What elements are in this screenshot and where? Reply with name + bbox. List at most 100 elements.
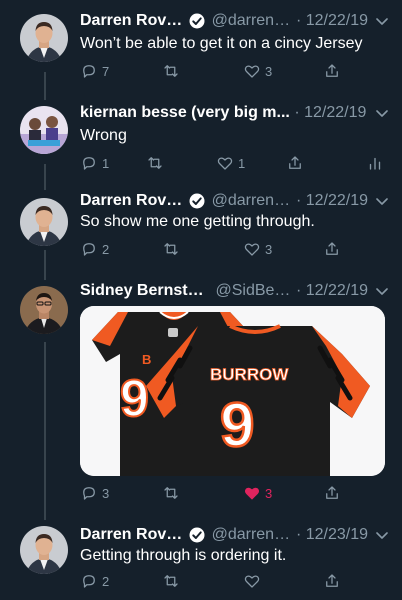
like-count: 3 — [265, 241, 273, 257]
tweet[interactable]: Sidney Bernstein @SidBer... · 12/22/19 B… — [0, 278, 402, 510]
reply-count: 2 — [102, 241, 110, 257]
timestamp[interactable]: · 12/22/19 — [290, 102, 366, 124]
display-name[interactable]: Darren Rovell — [80, 10, 184, 32]
action-bar: 7 3 — [80, 62, 390, 82]
reply-button[interactable]: 3 — [80, 484, 109, 502]
username-handle[interactable]: @darrenr... — [212, 524, 292, 546]
svg-text:9: 9 — [120, 370, 149, 428]
like-button[interactable]: 3 — [243, 484, 272, 502]
share-icon — [289, 156, 301, 169]
retweet-button[interactable] — [146, 154, 168, 172]
tweet[interactable]: kiernan besse (very big m... · 12/22/19 … — [0, 94, 402, 186]
avatar-darren-image — [20, 198, 68, 246]
like-button[interactable]: 3 — [243, 62, 272, 80]
timestamp[interactable]: · 12/22/19 — [291, 10, 368, 32]
reply-button[interactable]: 7 — [80, 62, 109, 80]
share-button[interactable] — [323, 572, 341, 590]
svg-text:BURROW: BURROW — [210, 365, 289, 384]
reply-count: 1 — [102, 155, 110, 171]
svg-text:9: 9 — [220, 391, 254, 460]
jersey-photo: B 9 BURROW 9 — [80, 306, 385, 476]
share-icon — [326, 64, 338, 77]
heart-icon — [244, 65, 260, 78]
action-bar: 2 3 — [80, 240, 390, 260]
avatar[interactable] — [20, 106, 68, 154]
avatar-darren-image — [20, 14, 68, 62]
retweet-icon — [164, 65, 178, 77]
display-name[interactable]: Darren Rovell — [80, 190, 184, 212]
retweet-button[interactable] — [162, 240, 184, 258]
verified-badge-icon — [189, 527, 205, 543]
share-button[interactable] — [323, 62, 341, 80]
action-bar: 1 1 — [80, 154, 390, 174]
like-count: 3 — [265, 485, 273, 501]
reply-icon — [83, 243, 95, 256]
tweet[interactable]: Darren Rovell @darrenr... · 12/22/19 Won… — [0, 0, 402, 94]
retweet-icon — [164, 575, 178, 587]
heart-icon — [244, 243, 260, 256]
avatar-kiernan-image — [20, 106, 68, 154]
avatar[interactable] — [20, 286, 68, 334]
like-button[interactable] — [243, 572, 265, 590]
avatar[interactable] — [20, 198, 68, 246]
action-bar: 2 — [80, 572, 390, 592]
timestamp[interactable]: · 12/22/19 — [291, 280, 368, 302]
like-count: 1 — [238, 155, 246, 171]
share-icon — [326, 242, 338, 255]
verified-badge-icon — [189, 13, 205, 29]
reply-button[interactable]: 2 — [80, 240, 109, 258]
like-button[interactable]: 3 — [243, 240, 272, 258]
retweet-button[interactable] — [162, 484, 184, 502]
chevron-down-icon[interactable] — [368, 193, 390, 209]
reply-button[interactable]: 1 — [80, 154, 109, 172]
timestamp[interactable]: · 12/22/19 — [291, 190, 368, 212]
avatar-darren-image — [20, 526, 68, 574]
retweet-button[interactable] — [162, 572, 184, 590]
retweet-icon — [164, 243, 178, 255]
reply-count: 2 — [102, 573, 110, 589]
reply-icon — [83, 487, 95, 500]
heart-icon — [244, 575, 260, 588]
display-name[interactable]: kiernan besse (very big m... — [80, 102, 290, 124]
reply-icon — [83, 157, 95, 170]
heart-filled-icon — [244, 487, 260, 500]
username-handle[interactable]: @darrenr... — [212, 190, 292, 212]
like-button[interactable]: 1 — [216, 154, 245, 172]
tweet-text: Won’t be able to get it on a cincy Jerse… — [80, 35, 363, 52]
share-button[interactable] — [286, 154, 304, 172]
tweet-text: So show me one getting through. — [80, 213, 315, 230]
heart-icon — [217, 157, 233, 170]
display-name[interactable]: Darren Rovell — [80, 524, 184, 546]
tweet[interactable]: Darren Rovell @darrenr... · 12/22/19 So … — [0, 186, 402, 278]
reply-count: 7 — [102, 63, 110, 79]
share-icon — [326, 486, 338, 499]
tweet-media-image[interactable]: B 9 BURROW 9 — [80, 306, 385, 476]
username-handle[interactable]: @SidBer... — [215, 280, 291, 302]
retweet-icon — [164, 487, 178, 499]
avatar-sidney-image — [20, 286, 68, 334]
avatar[interactable] — [20, 14, 68, 62]
display-name[interactable]: Sidney Bernstein — [80, 280, 209, 302]
verified-badge-icon — [189, 193, 205, 209]
chevron-down-icon[interactable] — [368, 105, 390, 121]
analytics-button[interactable] — [366, 154, 384, 172]
action-bar: 3 3 — [80, 484, 390, 504]
share-icon — [326, 574, 338, 587]
username-handle[interactable]: @darrenr... — [212, 10, 292, 32]
avatar[interactable] — [20, 526, 68, 574]
chevron-down-icon[interactable] — [368, 283, 390, 299]
retweet-button[interactable] — [162, 62, 184, 80]
chevron-down-icon[interactable] — [368, 527, 390, 543]
reply-icon — [83, 575, 95, 588]
timestamp[interactable]: · 12/23/19 — [291, 524, 368, 546]
share-button[interactable] — [323, 240, 341, 258]
like-count: 3 — [265, 63, 273, 79]
svg-text:B: B — [142, 352, 151, 367]
chevron-down-icon[interactable] — [368, 13, 390, 29]
retweet-icon — [148, 157, 162, 169]
reply-button[interactable]: 2 — [80, 572, 109, 590]
tweet-text: Wrong — [80, 127, 127, 144]
analytics-icon — [369, 157, 381, 170]
share-button[interactable] — [323, 484, 341, 502]
tweet[interactable]: Darren Rovell @darrenr... · 12/23/19 Get… — [0, 510, 402, 600]
